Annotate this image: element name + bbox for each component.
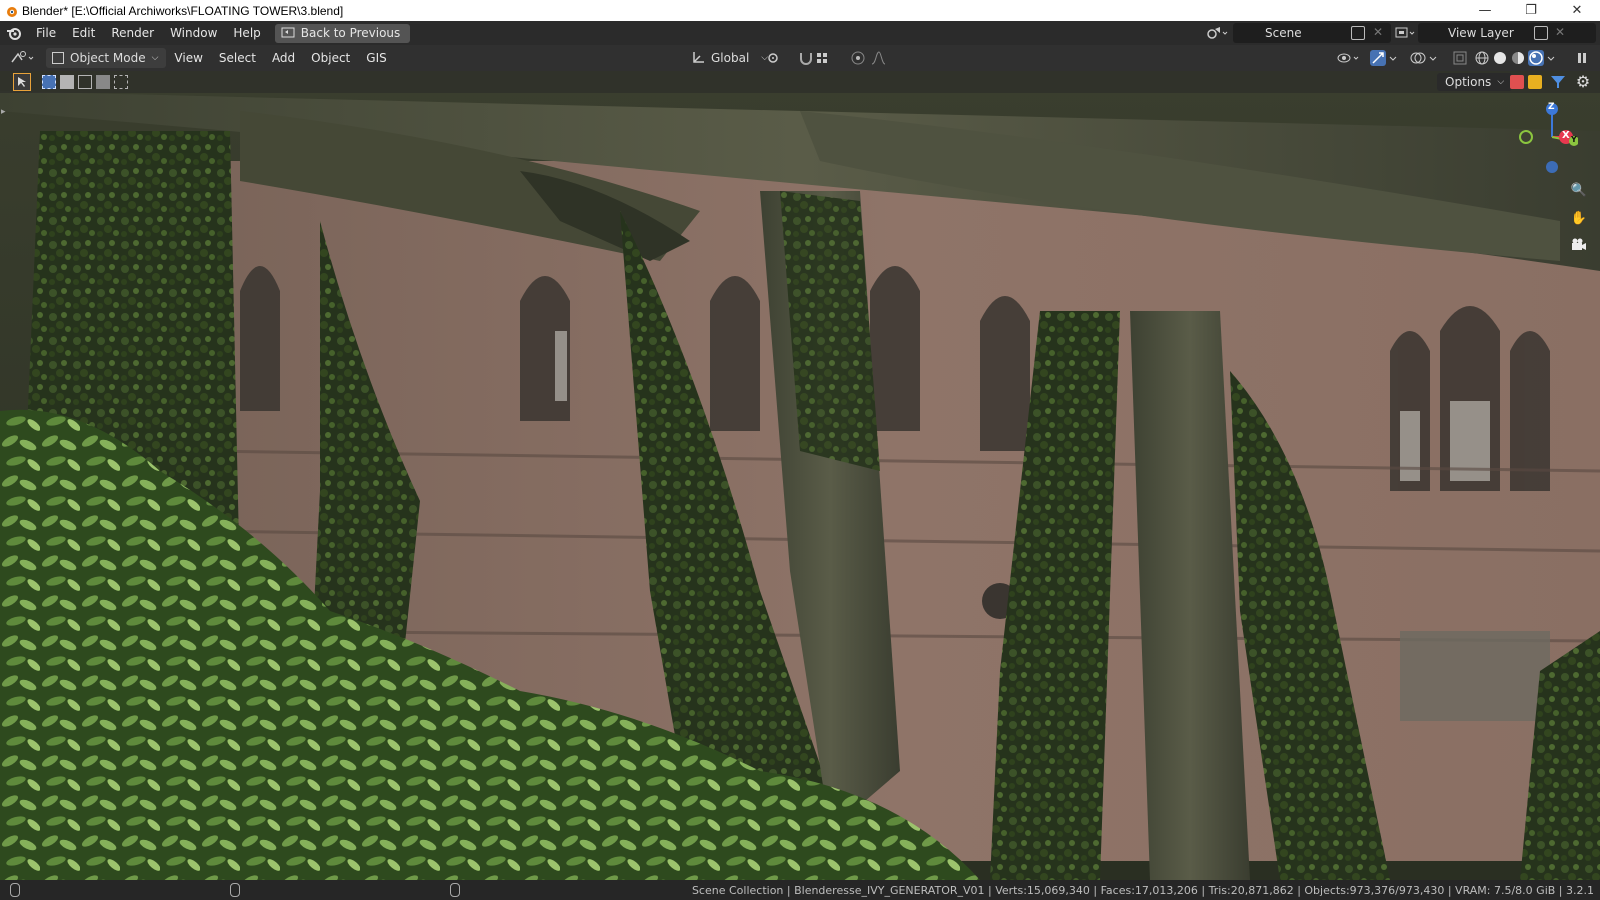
scene-name-field[interactable]: Scene ✕	[1233, 23, 1391, 43]
menu-add[interactable]: Add	[264, 51, 303, 65]
navigation-gizmo[interactable]: Z X Y	[1508, 101, 1579, 181]
options-label: Options	[1445, 75, 1492, 89]
toolbar-collapse-arrow-icon[interactable]: ▸	[1, 107, 6, 117]
shading-wireframe-icon[interactable]	[1474, 50, 1490, 66]
filter-icon[interactable]	[1550, 74, 1566, 90]
view-layer-icon[interactable]	[1395, 26, 1415, 40]
remove-scene-icon[interactable]: ✕	[1373, 25, 1383, 39]
menu-select[interactable]: Select	[211, 51, 264, 65]
overlays-dropdown-icon[interactable]	[1428, 50, 1438, 66]
visibility-icon[interactable]	[1336, 50, 1364, 66]
pan-hand-icon[interactable]: ✋	[1568, 207, 1590, 229]
screen-icon	[281, 27, 295, 38]
scene-statistics: Scene Collection | Blenderesse_IVY_GENER…	[691, 883, 1594, 897]
close-button[interactable]: ✕	[1554, 0, 1600, 21]
gizmo-toggle-icon[interactable]	[1370, 50, 1386, 66]
select-tool-icon[interactable]	[13, 73, 31, 91]
snap-toggle-icon[interactable]	[798, 50, 814, 66]
select-subtract-icon[interactable]	[78, 75, 92, 89]
mouse-right-icon	[450, 883, 460, 897]
menu-render[interactable]: Render	[103, 26, 162, 40]
window-titlebar: Blender* [E:\Official Archiworks\FLOATIN…	[0, 0, 1600, 21]
options-dropdown[interactable]: Options ⌵	[1437, 73, 1513, 91]
view-layer-field[interactable]: View Layer ✕	[1418, 23, 1596, 43]
back-to-previous-label: Back to Previous	[300, 26, 401, 40]
pause-render-icon[interactable]	[1574, 50, 1590, 66]
gizmo-x-label: X	[1562, 130, 1570, 141]
menu-help[interactable]: Help	[225, 26, 268, 40]
menu-gis[interactable]: GIS	[358, 51, 394, 65]
orientation-axes-icon	[693, 52, 704, 63]
gizmo-y-label: Y	[1571, 135, 1577, 144]
remove-view-layer-icon[interactable]: ✕	[1555, 25, 1565, 39]
3d-viewport[interactable]: Options ⌵ ⚙ Z X Y 🔍 ✋ ▸	[0, 71, 1600, 880]
blender-logo-icon	[7, 6, 17, 17]
mouse-left-icon	[10, 883, 20, 897]
shading-dropdown-icon[interactable]	[1546, 50, 1556, 66]
select-difference-icon[interactable]	[96, 75, 110, 89]
pivot-point-icon[interactable]	[766, 50, 782, 66]
restore-button[interactable]: ❐	[1508, 0, 1554, 21]
shading-solid-icon[interactable]	[1492, 50, 1508, 66]
object-mode-icon	[52, 52, 64, 64]
settings-gear-icon[interactable]: ⚙	[1574, 73, 1592, 91]
blender-menu-icon[interactable]	[0, 26, 28, 40]
folder-icon[interactable]	[1528, 75, 1542, 89]
view-layer-name: View Layer	[1448, 26, 1514, 40]
select-intersect-icon[interactable]	[114, 75, 128, 89]
gizmo-dropdown-icon[interactable]	[1388, 50, 1398, 66]
top-menubar: File Edit Render Window Help Back to Pre…	[0, 21, 1600, 45]
chevron-down-icon: ⌵	[1497, 77, 1505, 87]
menu-window[interactable]: Window	[162, 26, 225, 40]
shading-material-icon[interactable]	[1510, 50, 1526, 66]
new-view-layer-icon[interactable]	[1534, 26, 1548, 40]
menu-file[interactable]: File	[28, 26, 64, 40]
scene-selector-icon[interactable]	[1206, 25, 1228, 41]
snap-increment-icon[interactable]	[815, 50, 831, 66]
overlays-icon[interactable]	[1410, 50, 1426, 66]
camera-view-icon[interactable]	[1568, 234, 1590, 256]
orientation-label: Global	[711, 51, 750, 65]
minimize-button[interactable]: —	[1462, 0, 1508, 21]
select-new-icon[interactable]	[42, 75, 56, 89]
editor-type-icon[interactable]	[10, 50, 38, 66]
xray-toggle-icon[interactable]	[1452, 50, 1468, 66]
viewport-header: Object Mode ⌵ View Select Add Object GIS…	[0, 45, 1600, 71]
scene-name: Scene	[1265, 26, 1302, 40]
menu-object[interactable]: Object	[303, 51, 358, 65]
menu-edit[interactable]: Edit	[64, 26, 103, 40]
object-mode-label: Object Mode	[70, 51, 146, 65]
gizmo-z-label: Z	[1548, 102, 1555, 112]
proportional-editing-icon[interactable]	[850, 50, 866, 66]
tool-settings-row: Options ⌵ ⚙	[0, 71, 1600, 93]
falloff-icon[interactable]	[870, 50, 886, 66]
shading-rendered-icon[interactable]	[1528, 50, 1544, 66]
mouse-middle-icon	[230, 883, 240, 897]
status-bar: Scene Collection | Blenderesse_IVY_GENER…	[0, 880, 1600, 900]
select-extend-icon[interactable]	[60, 75, 74, 89]
back-to-previous-button[interactable]: Back to Previous	[274, 23, 411, 43]
zoom-icon[interactable]: 🔍	[1568, 179, 1590, 201]
new-scene-icon[interactable]	[1351, 26, 1365, 40]
window-title: Blender* [E:\Official Archiworks\FLOATIN…	[22, 3, 344, 18]
chevron-down-icon: ⌵	[151, 53, 159, 63]
rendered-scene-image	[0, 71, 1600, 880]
transform-orientation-dropdown[interactable]: Global ⌵	[685, 48, 774, 68]
menu-view[interactable]: View	[166, 51, 210, 65]
object-mode-dropdown[interactable]: Object Mode ⌵	[46, 48, 167, 68]
sidebar-toggle-icon[interactable]	[1510, 75, 1524, 89]
